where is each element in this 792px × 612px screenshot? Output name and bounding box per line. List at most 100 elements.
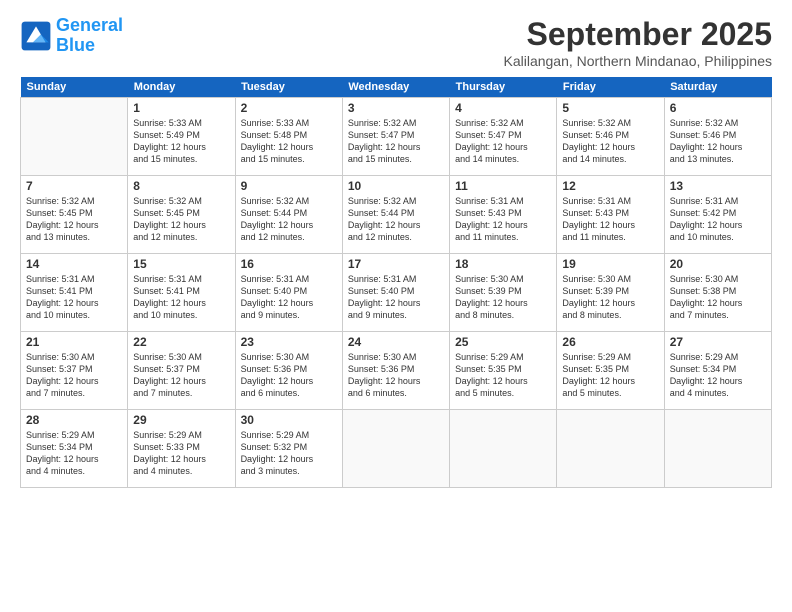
calendar-cell: 8Sunrise: 5:32 AMSunset: 5:45 PMDaylight… (128, 176, 235, 254)
day-number: 12 (562, 179, 658, 193)
day-info: Sunrise: 5:30 AMSunset: 5:39 PMDaylight:… (455, 273, 551, 322)
day-number: 15 (133, 257, 229, 271)
calendar-cell: 15Sunrise: 5:31 AMSunset: 5:41 PMDayligh… (128, 254, 235, 332)
col-header-friday: Friday (557, 77, 664, 98)
week-row-2: 7 Sunrise: 5:32 AMSunset: 5:45 PMDaylight… (21, 176, 772, 254)
calendar-cell: 25Sunrise: 5:29 AMSunset: 5:35 PMDayligh… (450, 332, 557, 410)
day-number: 14 (26, 257, 122, 271)
location: Kalilangan, Northern Mindanao, Philippin… (503, 53, 772, 69)
col-header-thursday: Thursday (450, 77, 557, 98)
week-row-4: 21Sunrise: 5:30 AMSunset: 5:37 PMDayligh… (21, 332, 772, 410)
day-info: Sunrise: 5:32 AMSunset: 5:44 PMDaylight:… (348, 195, 444, 244)
day-info: Sunrise: 5:31 AMSunset: 5:42 PMDaylight:… (670, 195, 766, 244)
calendar-cell: 26Sunrise: 5:29 AMSunset: 5:35 PMDayligh… (557, 332, 664, 410)
calendar-cell: 18 Sunrise: 5:30 AMSunset: 5:39 PMDayligh… (450, 254, 557, 332)
day-info: Sunrise: 5:32 AMSunset: 5:47 PMDaylight:… (455, 117, 551, 166)
day-info: Sunrise: 5:31 AMSunset: 5:43 PMDaylight:… (562, 195, 658, 244)
logo-blue: Blue (56, 36, 123, 56)
day-info: Sunrise: 5:29 AMSunset: 5:32 PMDaylight:… (241, 429, 337, 478)
calendar-cell: 10 Sunrise: 5:32 AMSunset: 5:44 PMDayligh… (342, 176, 449, 254)
day-number: 18 (455, 257, 551, 271)
calendar-cell (664, 410, 771, 488)
calendar-cell: 14 Sunrise: 5:31 AMSunset: 5:41 PMDayligh… (21, 254, 128, 332)
logo-text: General Blue (56, 16, 123, 56)
col-header-monday: Monday (128, 77, 235, 98)
calendar-cell: 13Sunrise: 5:31 AMSunset: 5:42 PMDayligh… (664, 176, 771, 254)
day-number: 5 (562, 101, 658, 115)
day-number: 9 (241, 179, 337, 193)
day-number: 4 (455, 101, 551, 115)
day-info: Sunrise: 5:29 AMSunset: 5:35 PMDaylight:… (455, 351, 551, 400)
calendar-cell: 16 Sunrise: 5:31 AMSunset: 5:40 PMDayligh… (235, 254, 342, 332)
calendar-cell: 12 Sunrise: 5:31 AMSunset: 5:43 PMDayligh… (557, 176, 664, 254)
logo-general: General (56, 15, 123, 35)
day-number: 27 (670, 335, 766, 349)
calendar-cell: 27Sunrise: 5:29 AMSunset: 5:34 PMDayligh… (664, 332, 771, 410)
day-info: Sunrise: 5:30 AMSunset: 5:39 PMDaylight:… (562, 273, 658, 322)
header: General Blue September 2025 Kalilangan, … (20, 16, 772, 69)
col-header-wednesday: Wednesday (342, 77, 449, 98)
calendar-cell: 21Sunrise: 5:30 AMSunset: 5:37 PMDayligh… (21, 332, 128, 410)
day-info: Sunrise: 5:32 AMSunset: 5:47 PMDaylight:… (348, 117, 444, 166)
day-number: 10 (348, 179, 444, 193)
day-info: Sunrise: 5:30 AMSunset: 5:36 PMDaylight:… (241, 351, 337, 400)
calendar-cell: 19 Sunrise: 5:30 AMSunset: 5:39 PMDayligh… (557, 254, 664, 332)
day-info: Sunrise: 5:29 AMSunset: 5:34 PMDaylight:… (26, 429, 122, 478)
day-number: 30 (241, 413, 337, 427)
day-number: 20 (670, 257, 766, 271)
day-number: 19 (562, 257, 658, 271)
day-info: Sunrise: 5:30 AMSunset: 5:36 PMDaylight:… (348, 351, 444, 400)
calendar-cell: 4 Sunrise: 5:32 AMSunset: 5:47 PMDaylight… (450, 98, 557, 176)
col-header-sunday: Sunday (21, 77, 128, 98)
calendar-table: SundayMondayTuesdayWednesdayThursdayFrid… (20, 77, 772, 488)
calendar-cell (21, 98, 128, 176)
calendar-cell: 3 Sunrise: 5:32 AMSunset: 5:47 PMDaylight… (342, 98, 449, 176)
calendar-cell: 28 Sunrise: 5:29 AMSunset: 5:34 PMDayligh… (21, 410, 128, 488)
calendar-cell: 5 Sunrise: 5:32 AMSunset: 5:46 PMDaylight… (557, 98, 664, 176)
calendar-cell: 11Sunrise: 5:31 AMSunset: 5:43 PMDayligh… (450, 176, 557, 254)
day-number: 2 (241, 101, 337, 115)
day-number: 3 (348, 101, 444, 115)
calendar-cell: 24 Sunrise: 5:30 AMSunset: 5:36 PMDayligh… (342, 332, 449, 410)
day-number: 24 (348, 335, 444, 349)
day-info: Sunrise: 5:30 AMSunset: 5:37 PMDaylight:… (133, 351, 229, 400)
day-number: 22 (133, 335, 229, 349)
calendar-cell: 20 Sunrise: 5:30 AMSunset: 5:38 PMDayligh… (664, 254, 771, 332)
calendar-cell: 29 Sunrise: 5:29 AMSunset: 5:33 PMDayligh… (128, 410, 235, 488)
calendar-cell (342, 410, 449, 488)
day-number: 29 (133, 413, 229, 427)
week-row-3: 14 Sunrise: 5:31 AMSunset: 5:41 PMDayligh… (21, 254, 772, 332)
day-info: Sunrise: 5:31 AMSunset: 5:40 PMDaylight:… (241, 273, 337, 322)
day-info: Sunrise: 5:32 AMSunset: 5:46 PMDaylight:… (562, 117, 658, 166)
day-number: 28 (26, 413, 122, 427)
day-number: 16 (241, 257, 337, 271)
calendar-cell: 22 Sunrise: 5:30 AMSunset: 5:37 PMDayligh… (128, 332, 235, 410)
day-info: Sunrise: 5:30 AMSunset: 5:38 PMDaylight:… (670, 273, 766, 322)
calendar-cell: 7Sunrise: 5:32 AMSunset: 5:45 PMDaylight… (21, 176, 128, 254)
day-info: Sunrise: 5:33 AMSunset: 5:49 PMDaylight:… (133, 117, 229, 166)
day-number: 7 (26, 179, 122, 193)
calendar-cell: 1Sunrise: 5:33 AMSunset: 5:49 PMDaylight… (128, 98, 235, 176)
calendar-cell (557, 410, 664, 488)
day-info: Sunrise: 5:29 AMSunset: 5:33 PMDaylight:… (133, 429, 229, 478)
calendar-cell: 2 Sunrise: 5:33 AMSunset: 5:48 PMDaylight… (235, 98, 342, 176)
day-info: Sunrise: 5:33 AMSunset: 5:48 PMDaylight:… (241, 117, 337, 166)
calendar-cell (450, 410, 557, 488)
month-title: September 2025 (503, 16, 772, 53)
day-info: Sunrise: 5:31 AMSunset: 5:41 PMDaylight:… (26, 273, 122, 322)
logo: General Blue (20, 16, 123, 56)
day-info: Sunrise: 5:32 AMSunset: 5:44 PMDaylight:… (241, 195, 337, 244)
title-area: September 2025 Kalilangan, Northern Mind… (503, 16, 772, 69)
week-row-5: 28 Sunrise: 5:29 AMSunset: 5:34 PMDayligh… (21, 410, 772, 488)
day-info: Sunrise: 5:30 AMSunset: 5:37 PMDaylight:… (26, 351, 122, 400)
day-number: 17 (348, 257, 444, 271)
calendar-cell: 9 Sunrise: 5:32 AMSunset: 5:44 PMDaylight… (235, 176, 342, 254)
page: General Blue September 2025 Kalilangan, … (0, 0, 792, 612)
day-info: Sunrise: 5:32 AMSunset: 5:45 PMDaylight:… (133, 195, 229, 244)
day-info: Sunrise: 5:32 AMSunset: 5:46 PMDaylight:… (670, 117, 766, 166)
day-info: Sunrise: 5:31 AMSunset: 5:43 PMDaylight:… (455, 195, 551, 244)
calendar-cell: 30 Sunrise: 5:29 AMSunset: 5:32 PMDayligh… (235, 410, 342, 488)
day-number: 6 (670, 101, 766, 115)
col-header-saturday: Saturday (664, 77, 771, 98)
col-header-tuesday: Tuesday (235, 77, 342, 98)
